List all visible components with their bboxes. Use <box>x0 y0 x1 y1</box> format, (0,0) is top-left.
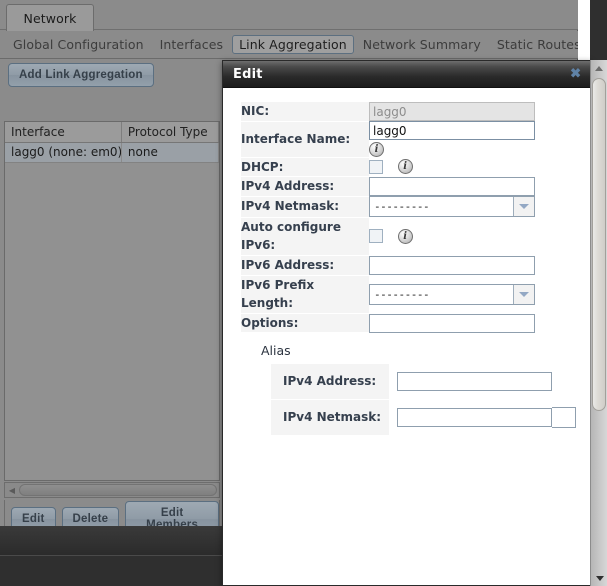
dialog-title: Edit <box>233 66 263 82</box>
interface-name-input[interactable] <box>369 121 535 141</box>
page-right-filler <box>578 0 590 60</box>
chevron-down-icon[interactable] <box>513 284 534 304</box>
tab-network[interactable]: Network <box>6 4 94 31</box>
label-alias-ipv4-netmask: IPv4 Netmask: <box>271 399 389 436</box>
page-vertical-scrollbar[interactable] <box>590 60 607 586</box>
alias-field-table: IPv4 Address: IPv4 Netmask: <box>271 364 587 436</box>
label-ipv6-prefix-length: IPv6 Prefix Length: <box>241 275 369 314</box>
info-icon-interface-name[interactable]: i <box>369 142 384 158</box>
chevron-down-icon[interactable] <box>513 197 534 217</box>
ipv4-address-input[interactable] <box>369 176 535 196</box>
label-dhcp: DHCP: <box>241 157 369 178</box>
close-icon[interactable]: ✖ <box>570 67 581 82</box>
label-ipv4-netmask: IPv4 Netmask: <box>241 196 369 218</box>
ipv4-netmask-value: --------- <box>374 200 430 214</box>
field-row-dhcp: DHCP: i <box>241 157 557 178</box>
vertical-scroll-thumb[interactable] <box>592 78 606 411</box>
alias-row-ipv4-netmask: IPv4 Netmask: <box>271 399 587 436</box>
label-ipv6-address: IPv6 Address: <box>241 255 369 276</box>
nic-input <box>369 102 535 122</box>
auto-configure-ipv6-checkbox[interactable] <box>369 229 383 244</box>
ipv6-prefix-length-select[interactable]: --------- <box>369 283 535 305</box>
scroll-down-icon[interactable] <box>591 570 607 586</box>
field-row-ipv4-netmask: IPv4 Netmask: --------- <box>241 196 557 218</box>
cell-interface: lagg0 (none: em0) <box>5 143 122 162</box>
field-row-ipv6-prefix-length: IPv6 Prefix Length: --------- <box>241 275 557 314</box>
label-nic: NIC: <box>241 102 369 122</box>
cell-protocol-type: none <box>122 143 219 162</box>
info-icon-auto-configure-ipv6[interactable]: i <box>397 228 413 244</box>
dhcp-checkbox[interactable] <box>369 159 383 174</box>
field-row-ipv4-address: IPv4 Address: <box>241 176 557 197</box>
edit-dialog: Edit ✖ NIC: Interface Name: <box>222 60 592 586</box>
subnav: Global Configuration Interfaces Link Agg… <box>0 31 581 59</box>
link-aggregation-table: Interface Protocol Type lagg0 (none: em0… <box>4 121 220 481</box>
alias-ipv4-netmask-select[interactable] <box>552 406 576 428</box>
ipv4-netmask-select[interactable]: --------- <box>369 196 535 218</box>
field-row-nic: NIC: <box>241 102 557 122</box>
alias-ipv4-netmask-input[interactable] <box>397 407 552 427</box>
table-horizontal-scrollbar[interactable]: ◀ <box>4 482 220 498</box>
table-header-row: Interface Protocol Type <box>5 122 219 143</box>
scroll-left-icon[interactable]: ◀ <box>5 483 19 497</box>
ipv6-address-input[interactable] <box>369 255 535 275</box>
column-header-protocol-type[interactable]: Protocol Type <box>122 122 219 142</box>
tab-network-label: Network <box>23 10 77 26</box>
label-options: Options: <box>241 313 369 334</box>
scroll-up-icon[interactable] <box>591 60 607 76</box>
edit-form: NIC: Interface Name: i DHCP: <box>223 88 591 436</box>
field-row-ipv6-address: IPv6 Address: <box>241 255 557 276</box>
subnav-item-link-aggregation[interactable]: Link Aggregation <box>232 35 354 54</box>
subnav-item-network-summary[interactable]: Network Summary <box>356 35 488 54</box>
tab-strip: Network <box>0 0 578 31</box>
label-interface-name: Interface Name: <box>241 121 369 158</box>
options-input[interactable] <box>369 313 535 333</box>
table-row[interactable]: lagg0 (none: em0) none <box>5 143 219 163</box>
field-row-options: Options: <box>241 313 557 334</box>
label-ipv4-address: IPv4 Address: <box>241 176 369 197</box>
alias-row-ipv4-address: IPv4 Address: <box>271 364 587 400</box>
subnav-item-global-configuration[interactable]: Global Configuration <box>6 35 151 54</box>
horizontal-scroll-thumb[interactable] <box>19 484 217 496</box>
alias-ipv4-address-input[interactable] <box>397 372 552 392</box>
field-row-interface-name: Interface Name: i <box>241 121 557 158</box>
field-row-auto-configure-ipv6: Auto configure IPv6: i <box>241 217 557 256</box>
column-header-interface[interactable]: Interface <box>5 122 122 142</box>
main-field-table: NIC: Interface Name: i DHCP: <box>241 102 557 334</box>
dialog-titlebar[interactable]: Edit ✖ <box>223 61 591 88</box>
subnav-item-interfaces[interactable]: Interfaces <box>153 35 230 54</box>
alias-section-heading: Alias <box>261 343 291 359</box>
info-icon-dhcp[interactable]: i <box>397 159 413 175</box>
ipv6-prefix-length-value: --------- <box>374 287 430 301</box>
subnav-item-static-routes[interactable]: Static Routes <box>490 35 588 54</box>
dialog-body: NIC: Interface Name: i DHCP: <box>223 88 591 585</box>
screen-root: Network Global Configuration Interfaces … <box>0 0 607 586</box>
label-alias-ipv4-address: IPv4 Address: <box>271 364 389 400</box>
label-auto-configure-ipv6: Auto configure IPv6: <box>241 217 369 256</box>
alias-ipv4-netmask-group[interactable] <box>397 406 576 428</box>
add-link-aggregation-button[interactable]: Add Link Aggregation <box>8 63 154 87</box>
